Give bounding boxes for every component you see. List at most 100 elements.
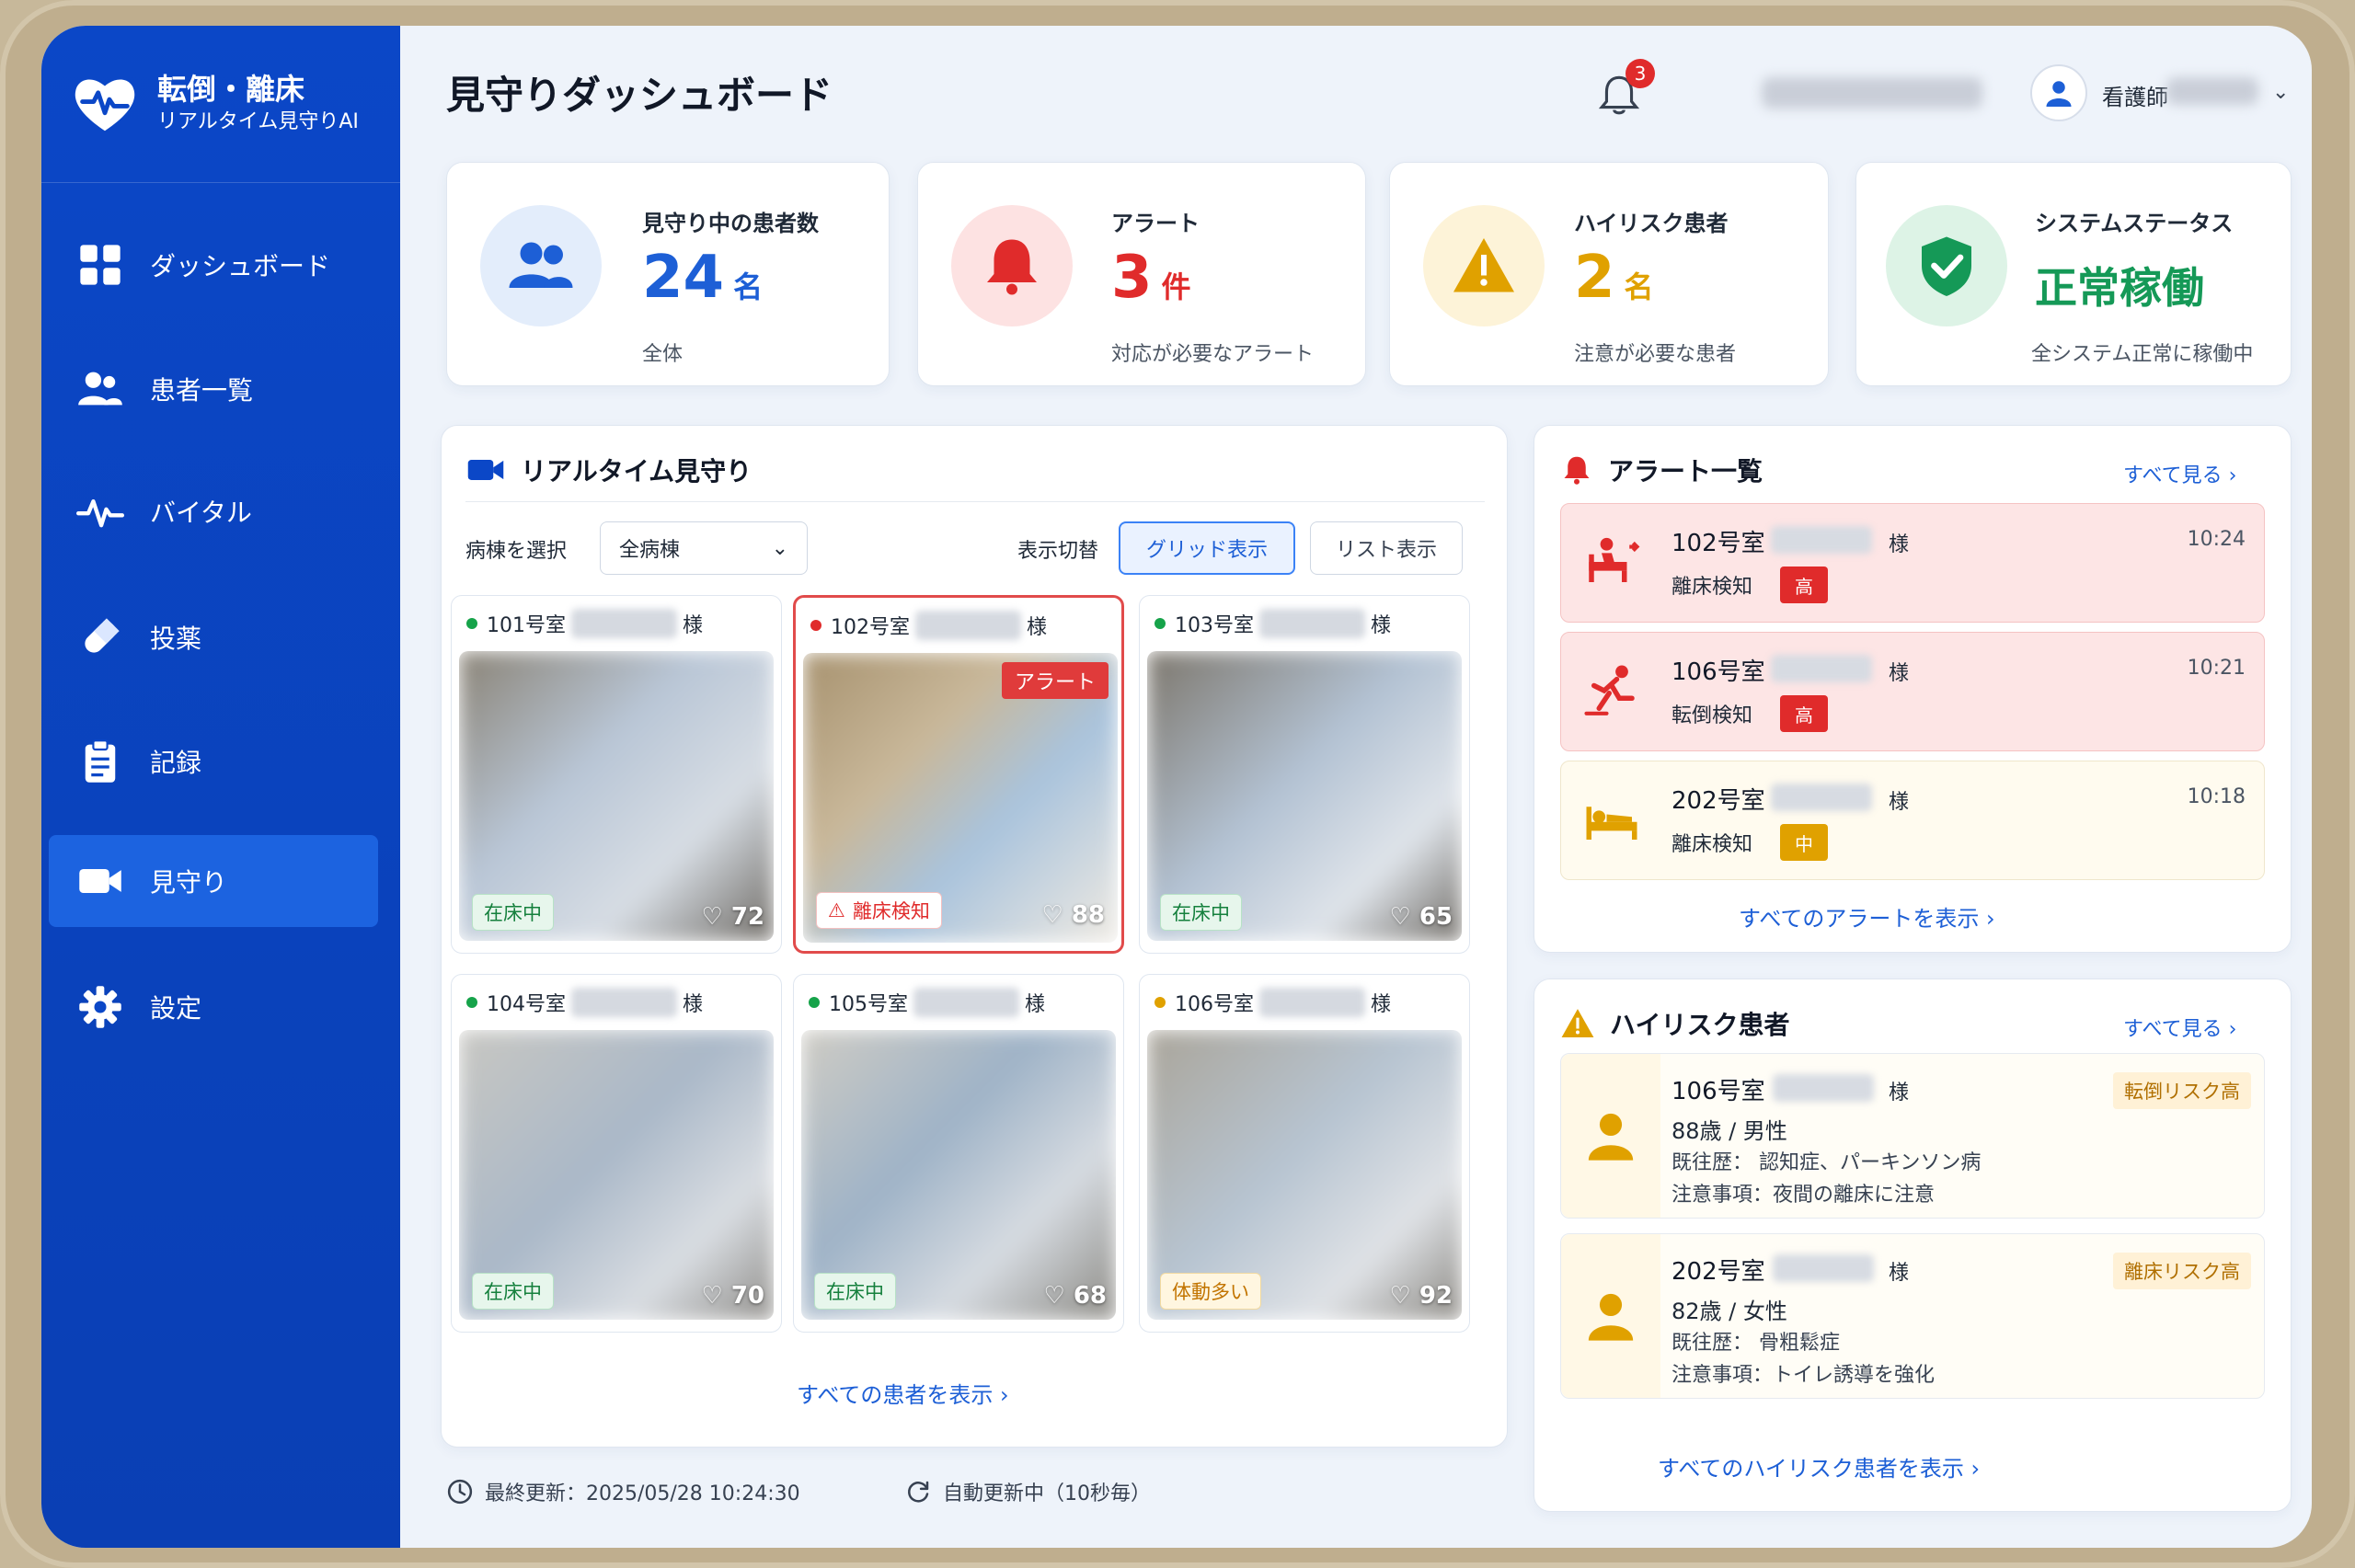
notification-button[interactable]: 3 [1596, 59, 1655, 120]
camera-card[interactable]: 102号室 様アラート ⚠ 離床検知 ♡ 88 [793, 595, 1124, 954]
alert-room: 202号室 [1671, 787, 1765, 815]
stat-card-highrisk: ハイリスク患者 2名 注意が必要な患者 [1389, 162, 1829, 386]
user-role: 看護師 [2102, 85, 2168, 110]
redacted-name [1773, 1074, 1874, 1102]
medical-history: 既往歴： 認知症、パーキンソン病 [1671, 1151, 1982, 1174]
view-toggle-label: 表示切替 [1017, 540, 1099, 563]
honorific: 様 [1371, 614, 1392, 637]
bed-icon [1586, 807, 1637, 840]
chevron-right-icon: › [1986, 906, 1995, 932]
stat-label: 見守り中の患者数 [642, 211, 819, 236]
alert-type: 転倒検知 [1671, 704, 1753, 727]
patient-icon-box [1561, 1054, 1660, 1218]
highrisk-panel: ハイリスク患者 すべて見る › 106号室 様 転倒リスク高 88歳 / 男性 … [1534, 979, 2292, 1512]
auto-update[interactable]: 自動更新中（10秒毎） [904, 1477, 1151, 1506]
users-icon [78, 372, 122, 406]
alert-room: 102号室 [1671, 530, 1765, 557]
show-all-alerts-link[interactable]: すべてのアラートを表示 › [1739, 900, 1995, 933]
ward-select[interactable]: 全病棟 ⌄ [600, 521, 808, 575]
chevron-down-icon: ⌄ [771, 536, 788, 560]
device-frame: 転倒・離床 リアルタイム見守りAI ダッシュボード 患者一覧 バイタル 投薬 記… [0, 0, 2355, 1568]
camera-card[interactable]: 105号室 様在床中 ♡ 68 [793, 974, 1124, 1333]
avatar[interactable] [2030, 64, 2087, 121]
stat-label: アラート [1111, 211, 1200, 236]
honorific: 様 [1889, 1262, 1910, 1285]
grid-view-button[interactable]: グリッド表示 [1119, 521, 1295, 575]
alert-tag: アラート [1001, 662, 1109, 699]
alert-item[interactable]: 102号室 様 離床検知 高 10:24 [1560, 503, 2265, 623]
status-dot [810, 620, 821, 631]
show-all-highrisk-link[interactable]: すべてのハイリスク患者を表示 › [1658, 1450, 1980, 1482]
camera-header: 101号室 様 [466, 609, 703, 638]
clock-icon [447, 1479, 473, 1505]
chevron-down-icon[interactable]: ⌄ [2272, 81, 2289, 104]
stat-icon-bg [951, 205, 1073, 326]
camera-card[interactable]: 103号室 様在床中 ♡ 65 [1139, 595, 1470, 954]
video-icon [467, 460, 504, 480]
alert-item[interactable]: 202号室 様 離床検知 中 10:18 [1560, 761, 2265, 880]
warning-icon [1453, 238, 1514, 292]
chevron-right-icon: › [1000, 1382, 1009, 1408]
highrisk-item[interactable]: 202号室 様 離床リスク高 82歳 / 女性 既往歴： 骨粗鬆症 注意事項：ト… [1560, 1233, 2265, 1399]
app-title: 転倒・離床 [157, 72, 305, 107]
honorific: 様 [1889, 1082, 1910, 1104]
risk-tag: 離床リスク高 [2113, 1253, 2251, 1289]
alerts-see-all-link[interactable]: すべて見る › [2123, 459, 2236, 488]
redacted-name [571, 988, 677, 1017]
stat-label: システムステータス [2035, 211, 2234, 236]
severity-badge: 中 [1780, 824, 1828, 861]
severity-badge: 高 [1780, 567, 1828, 603]
sidebar-item-dashboard[interactable]: ダッシュボード [49, 219, 378, 311]
sidebar-item-records[interactable]: 記録 [49, 715, 378, 807]
sidebar-item-monitoring[interactable]: 見守り [49, 835, 378, 927]
care-note: 注意事項：トイレ誘導を強化 [1671, 1364, 1936, 1387]
bed-status-badge: ⚠ 離床検知 [816, 892, 942, 929]
list-view-button[interactable]: リスト表示 [1310, 521, 1463, 575]
status-dot [1155, 997, 1166, 1008]
app-screen: 転倒・離床 リアルタイム見守りAI ダッシュボード 患者一覧 バイタル 投薬 記… [41, 26, 2312, 1548]
highrisk-title: ハイリスク患者 [1560, 1005, 1789, 1042]
risk-tag: 転倒リスク高 [2113, 1072, 2251, 1109]
risk-room: 106号室 [1671, 1078, 1765, 1105]
camera-card[interactable]: 106号室 様体動多い ♡ 92 [1139, 974, 1470, 1333]
heart-icon: ♡ [1041, 901, 1063, 929]
camera-room: 103号室 [1175, 614, 1254, 637]
heart-icon: ♡ [1389, 903, 1411, 931]
redacted-name [1771, 526, 1872, 554]
sidebar: 転倒・離床 リアルタイム見守りAI ダッシュボード 患者一覧 バイタル 投薬 記… [41, 26, 400, 1548]
status-dot [466, 618, 477, 629]
sidebar-item-vitals[interactable]: バイタル [49, 465, 378, 557]
alerts-title: アラート一覧 [1560, 452, 1763, 488]
heart-rate: ♡ 72 [701, 903, 764, 931]
age-gender: 88歳 / 男性 [1671, 1118, 1787, 1144]
chevron-right-icon: › [2228, 464, 2237, 487]
alert-item[interactable]: 106号室 様 転倒検知 高 10:21 [1560, 632, 2265, 751]
bed-status-badge: 在床中 [472, 894, 554, 931]
clipboard-icon [85, 739, 116, 783]
camera-card[interactable]: 101号室 様在床中 ♡ 72 [451, 595, 782, 954]
highrisk-item[interactable]: 106号室 様 転倒リスク高 88歳 / 男性 既往歴： 認知症、パーキンソン病… [1560, 1053, 2265, 1219]
redacted-info [1762, 77, 1982, 109]
stat-value: 24 名 [642, 244, 764, 312]
bed-exit-icon: ⚠ [828, 899, 845, 921]
alert-type: 離床検知 [1671, 576, 1753, 599]
redacted-username [2166, 77, 2258, 105]
video-icon [79, 869, 121, 893]
alert-room: 106号室 [1671, 658, 1765, 686]
warning-icon [1561, 1009, 1594, 1038]
bed-exit-icon [1589, 537, 1640, 582]
camera-header: 103号室 様 [1155, 609, 1391, 638]
show-all-patients-link[interactable]: すべての患者を表示 › [797, 1377, 1009, 1409]
camera-card[interactable]: 104号室 様在床中 ♡ 70 [451, 974, 782, 1333]
alerts-panel: アラート一覧 すべて見る › 102号室 様 離床検知 高 10:24 106号… [1534, 425, 2292, 953]
sidebar-item-settings[interactable]: 設定 [49, 961, 378, 1053]
bed-status-badge: 在床中 [814, 1273, 896, 1310]
stat-sub: 対応が必要なアラート [1111, 343, 1315, 366]
heart-rate: ♡ 68 [1043, 1282, 1107, 1310]
highrisk-see-all-link[interactable]: すべて見る › [2123, 1013, 2236, 1042]
ward-label: 病棟を選択 [465, 540, 568, 563]
sidebar-item-medication[interactable]: 投薬 [49, 591, 378, 683]
sidebar-item-patients[interactable]: 患者一覧 [49, 343, 378, 435]
bed-status-badge: 体動多い [1160, 1273, 1261, 1310]
patient-icon-box [1561, 1234, 1660, 1398]
